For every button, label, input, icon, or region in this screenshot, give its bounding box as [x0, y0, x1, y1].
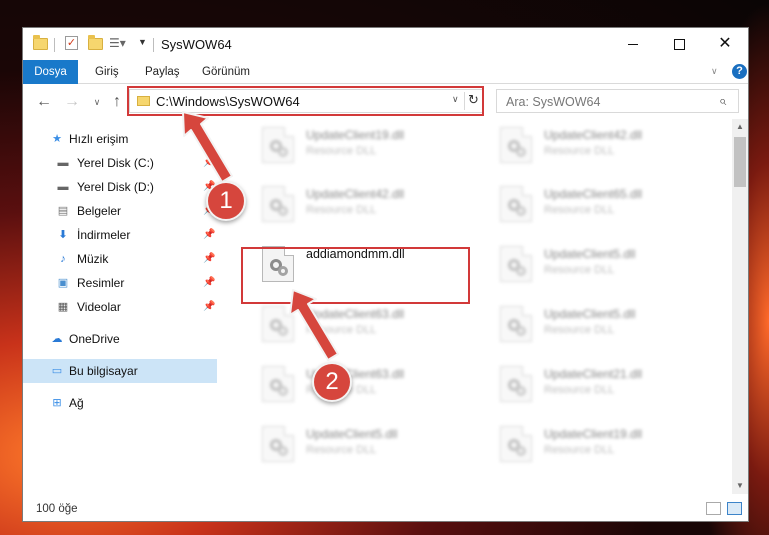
step-2-badge: 2 — [312, 362, 352, 402]
arrow-1 — [182, 111, 233, 183]
arrow-2 — [289, 289, 339, 361]
annotation-arrows — [182, 111, 339, 361]
step-1-badge: 1 — [206, 181, 246, 221]
